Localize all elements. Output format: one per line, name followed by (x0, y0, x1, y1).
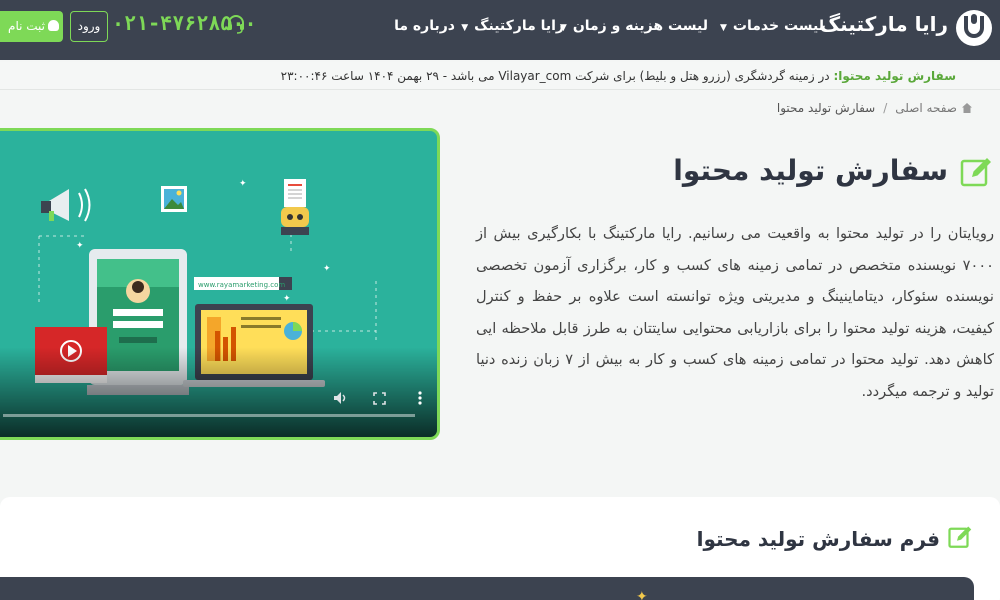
svg-text:✦: ✦ (239, 179, 247, 189)
ticker-item[interactable]: سفارش تولید محتوا: در زمینه گردشگری (رزر… (281, 69, 956, 83)
user-icon (48, 20, 59, 31)
nav-about-label: درباره ما (394, 18, 455, 34)
image-icon (161, 186, 187, 212)
video-player[interactable]: ✦ ✦ ✦ ✦ www.rayamarketing.com (0, 128, 440, 440)
svg-text:✦: ✦ (323, 264, 331, 274)
edit-icon (948, 526, 972, 548)
breadcrumb-current: سفارش تولید محتوا (776, 101, 876, 115)
raya-logo-icon[interactable] (956, 10, 992, 46)
video-gradient (0, 347, 437, 437)
nav-raya[interactable]: رایا مارکتینگ ▼ (461, 18, 564, 34)
phone-number[interactable]: ۰۲۱-۴۷۶۲۸۵۰۰ (112, 11, 257, 35)
form-container (0, 577, 974, 600)
ticker-label: سفارش تولید محتوا: (833, 69, 956, 83)
more-options-icon[interactable] (418, 391, 422, 405)
svg-text:✦: ✦ (76, 241, 84, 251)
svg-text:✦: ✦ (283, 294, 291, 304)
nav-pricing[interactable]: لیست هزینه و زمان▼ (560, 18, 708, 34)
video-progress-bar[interactable] (3, 414, 415, 417)
top-header: رایا مارکتینگ لیست خدمات ▼ لیست هزینه و ز… (0, 0, 1000, 60)
register-button[interactable]: ثبت نام (0, 11, 63, 42)
news-ticker: سفارش تولید محتوا: در زمینه گردشگری (رزر… (0, 62, 1000, 90)
nav-raya-label: رایا مارکتینگ (474, 18, 564, 34)
url-bar: www.rayamarketing.com (194, 277, 292, 290)
breadcrumb-separator: / (883, 101, 888, 115)
register-label: ثبت نام (8, 19, 45, 33)
page-description: رویایتان را در تولید محتوا به واقعیت می … (476, 225, 994, 400)
megaphone-icon (41, 188, 91, 222)
page-title: سفارش تولید محتوا (673, 154, 948, 187)
video-url-text: www.rayamarketing.com (198, 281, 285, 289)
nav-about[interactable]: درباره ما (394, 18, 455, 34)
login-button[interactable]: ورود (70, 11, 108, 42)
chevron-down-icon: ▼ (719, 23, 727, 33)
nav-pricing-label: لیست هزینه و زمان (572, 18, 708, 34)
chevron-down-icon: ▼ (461, 23, 469, 33)
robot-icon (281, 179, 309, 235)
sparkle-icon: ✦ (636, 589, 648, 600)
form-title: فرم سفارش تولید محتوا (696, 527, 940, 551)
breadcrumb-home[interactable]: صفحه اصلی (895, 101, 957, 115)
breadcrumb: صفحه اصلی / سفارش تولید محتوا (777, 101, 972, 115)
ticker-message: در زمینه گردشگری (رزرو هتل و بلیط) برای … (280, 69, 830, 83)
fullscreen-icon[interactable] (373, 392, 386, 405)
brand-name[interactable]: رایا مارکتینگ (820, 12, 948, 36)
volume-icon[interactable] (333, 391, 347, 405)
nav-services[interactable]: لیست خدمات ▼ (720, 18, 824, 34)
home-icon (962, 103, 972, 113)
edit-icon (960, 158, 991, 187)
nav-services-label: لیست خدمات (732, 18, 824, 34)
